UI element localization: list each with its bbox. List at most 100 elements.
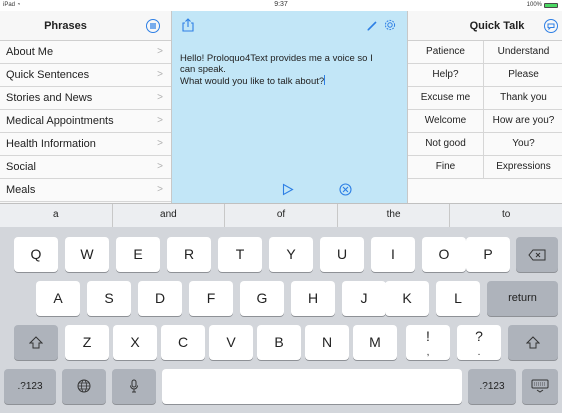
status-bar: iPad ◔ 9:37 100% bbox=[0, 0, 562, 11]
backspace-icon bbox=[528, 249, 546, 261]
key-d[interactable]: D bbox=[138, 281, 182, 316]
key-s[interactable]: S bbox=[87, 281, 131, 316]
hide-keyboard-key[interactable] bbox=[522, 369, 558, 404]
key-a[interactable]: A bbox=[36, 281, 80, 316]
quick-talk-cell[interactable]: Expressions bbox=[484, 156, 562, 179]
backspace-key[interactable] bbox=[516, 237, 558, 272]
key-f[interactable]: F bbox=[189, 281, 233, 316]
quick-talk-cell[interactable]: Patience bbox=[408, 41, 484, 64]
suggestion-the[interactable]: the bbox=[338, 204, 451, 227]
shift-key-right[interactable] bbox=[508, 325, 558, 360]
shift-key-left[interactable] bbox=[14, 325, 58, 360]
phrases-header: Phrases bbox=[0, 11, 171, 41]
quick-talk-header: Quick Talk bbox=[408, 11, 562, 41]
chevron-right-icon: > bbox=[157, 184, 163, 195]
numbers-key-left[interactable]: .?123 bbox=[4, 369, 56, 404]
chevron-right-icon: > bbox=[157, 69, 163, 80]
microphone-key[interactable] bbox=[112, 369, 156, 404]
key-o[interactable]: O bbox=[422, 237, 466, 272]
share-icon[interactable] bbox=[182, 18, 194, 37]
quick-talk-cell[interactable]: Please bbox=[484, 64, 562, 87]
quick-talk-cell[interactable]: Fine bbox=[408, 156, 484, 179]
globe-key[interactable] bbox=[62, 369, 106, 404]
key-u[interactable]: U bbox=[320, 237, 364, 272]
key-m[interactable]: M bbox=[353, 325, 397, 360]
gear-icon[interactable] bbox=[383, 18, 397, 37]
key-exclaim-comma[interactable]: ! , bbox=[406, 325, 450, 360]
chevron-right-icon: > bbox=[157, 46, 163, 57]
key-question-label: ? bbox=[475, 328, 483, 344]
key-b[interactable]: B bbox=[257, 325, 301, 360]
message-textarea[interactable]: Hello! Proloquo4Text provides me a voice… bbox=[180, 53, 402, 87]
quick-talk-cell[interactable]: Thank you bbox=[484, 87, 562, 110]
key-n[interactable]: N bbox=[305, 325, 349, 360]
key-comma-label: , bbox=[426, 347, 430, 358]
key-i[interactable]: I bbox=[371, 237, 415, 272]
key-q[interactable]: Q bbox=[14, 237, 58, 272]
suggestion-a[interactable]: a bbox=[0, 204, 113, 227]
space-bar[interactable] bbox=[162, 369, 462, 404]
phrases-list: About Me > Quick Sentences > Stories and N… bbox=[0, 41, 171, 202]
message-panel: Hello! Proloquo4Text provides me a voice… bbox=[172, 11, 407, 203]
pencil-icon[interactable] bbox=[366, 19, 378, 37]
quick-talk-title: Quick Talk bbox=[469, 20, 525, 32]
key-z[interactable]: Z bbox=[65, 325, 109, 360]
list-item[interactable]: Quick Sentences > bbox=[0, 64, 171, 87]
chevron-right-icon: > bbox=[157, 138, 163, 149]
key-p[interactable]: P bbox=[466, 237, 510, 272]
key-period-label: . bbox=[477, 347, 481, 358]
keyboard: Q W E R T Y U I O P A S D F G H J K L re… bbox=[0, 227, 562, 413]
numbers-key-right[interactable]: .?123 bbox=[468, 369, 516, 404]
key-t[interactable]: T bbox=[218, 237, 262, 272]
key-w[interactable]: W bbox=[65, 237, 109, 272]
list-item[interactable]: Social > bbox=[0, 156, 171, 179]
list-item[interactable]: About Me > bbox=[0, 41, 171, 64]
key-g[interactable]: G bbox=[240, 281, 284, 316]
key-l[interactable]: L bbox=[436, 281, 480, 316]
quick-talk-cell[interactable]: Excuse me bbox=[408, 87, 484, 110]
phrases-title: Phrases bbox=[44, 20, 87, 32]
suggestion-to[interactable]: to bbox=[450, 204, 562, 227]
key-question-period[interactable]: ? . bbox=[457, 325, 501, 360]
keyboard-dismiss-icon bbox=[531, 379, 549, 393]
list-item[interactable]: Medical Appointments > bbox=[0, 110, 171, 133]
quick-talk-cell[interactable]: You? bbox=[484, 133, 562, 156]
quick-talk-cell[interactable]: Welcome bbox=[408, 110, 484, 133]
key-e[interactable]: E bbox=[116, 237, 160, 272]
list-item[interactable]: Health Information > bbox=[0, 133, 171, 156]
clear-icon[interactable] bbox=[339, 183, 352, 201]
key-k[interactable]: K bbox=[385, 281, 429, 316]
quick-talk-cell[interactable]: How are you? bbox=[484, 110, 562, 133]
chevron-right-icon: > bbox=[157, 115, 163, 126]
globe-icon bbox=[77, 379, 91, 393]
key-v[interactable]: V bbox=[209, 325, 253, 360]
quick-talk-cell[interactable]: Understand bbox=[484, 41, 562, 64]
phrases-panel: Phrases About Me > Quick Sentences > Stori… bbox=[0, 11, 172, 203]
chevron-right-icon: > bbox=[157, 161, 163, 172]
key-exclaim-label: ! bbox=[426, 328, 430, 344]
word-prediction-bar: a and of the to bbox=[0, 203, 562, 227]
key-y[interactable]: Y bbox=[269, 237, 313, 272]
text-caret bbox=[324, 75, 326, 85]
message-toolbar bbox=[172, 11, 407, 41]
key-c[interactable]: C bbox=[161, 325, 205, 360]
phrases-list-icon[interactable] bbox=[146, 19, 160, 33]
list-item[interactable]: Meals > bbox=[0, 179, 171, 202]
chevron-right-icon: > bbox=[157, 92, 163, 103]
list-item[interactable]: Stories and News > bbox=[0, 87, 171, 110]
quick-talk-chat-icon[interactable] bbox=[544, 19, 558, 33]
quick-talk-cell[interactable]: Help? bbox=[408, 64, 484, 87]
quick-talk-grid: Patience Understand Help? Please Excuse … bbox=[408, 41, 562, 179]
play-icon[interactable] bbox=[282, 183, 294, 201]
key-h[interactable]: H bbox=[291, 281, 335, 316]
suggestion-of[interactable]: of bbox=[225, 204, 338, 227]
key-j[interactable]: J bbox=[342, 281, 386, 316]
shift-icon bbox=[525, 336, 541, 349]
battery-percent: 100% bbox=[526, 2, 542, 8]
microphone-icon bbox=[130, 379, 138, 393]
key-x[interactable]: X bbox=[113, 325, 157, 360]
key-r[interactable]: R bbox=[167, 237, 211, 272]
suggestion-and[interactable]: and bbox=[113, 204, 226, 227]
quick-talk-cell[interactable]: Not good bbox=[408, 133, 484, 156]
return-key[interactable]: return bbox=[487, 281, 558, 316]
